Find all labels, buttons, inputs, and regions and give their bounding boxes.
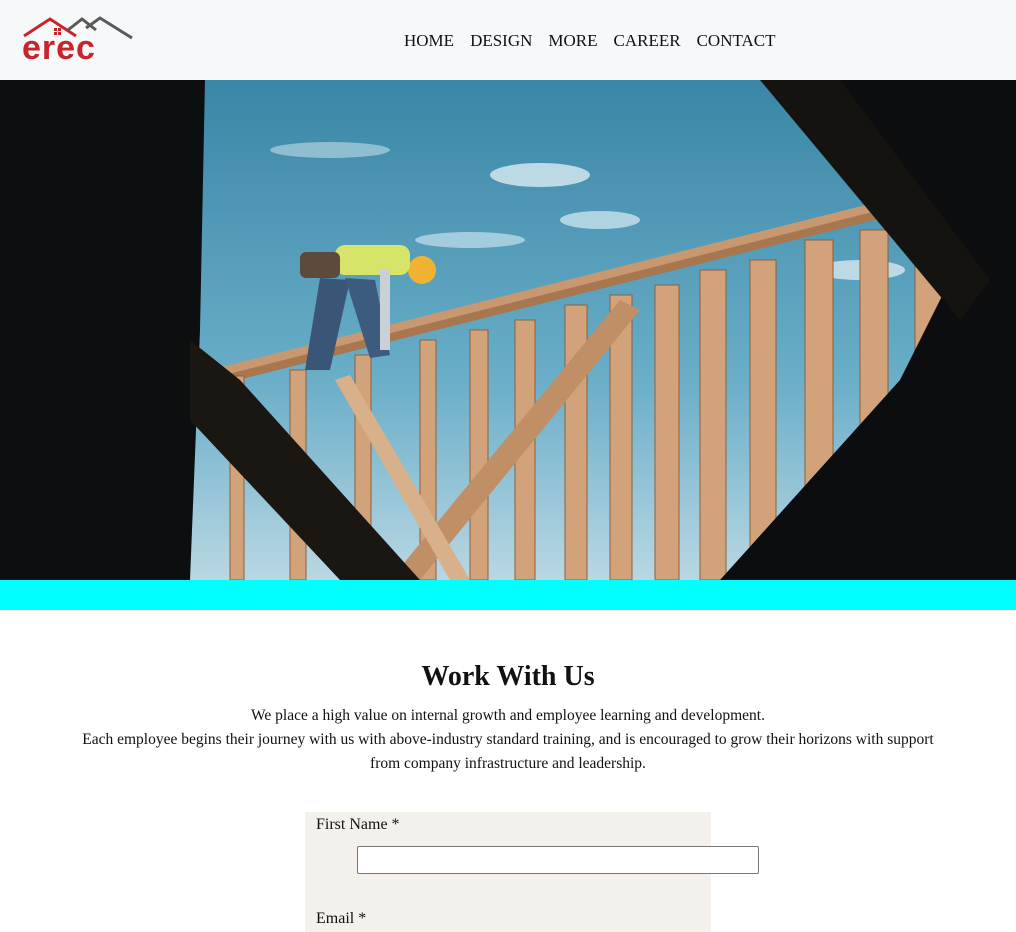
first-name-input[interactable] xyxy=(357,846,759,874)
hero-image xyxy=(0,80,1016,580)
erec-logo[interactable]: erec xyxy=(20,14,136,64)
nav-design[interactable]: DESIGN xyxy=(470,31,532,51)
logo-wordmark: erec xyxy=(22,29,96,64)
first-name-label: First Name * xyxy=(316,816,400,833)
construction-worker-image xyxy=(0,80,1016,580)
nav-home[interactable]: HOME xyxy=(404,31,454,51)
nav-career[interactable]: CAREER xyxy=(614,31,681,51)
section-description: We place a high value on internal growth… xyxy=(68,704,948,776)
application-form: First Name * Email * xyxy=(305,812,759,932)
main-nav: HOME DESIGN MORE CAREER CONTACT xyxy=(404,31,776,51)
description-line-2: Each employee begins their journey with … xyxy=(82,731,934,772)
nav-contact[interactable]: CONTACT xyxy=(697,31,776,51)
description-line-1: We place a high value on internal growth… xyxy=(251,707,765,724)
nav-more[interactable]: MORE xyxy=(548,31,597,51)
email-label: Email * xyxy=(316,910,367,927)
site-header: erec HOME DESIGN MORE CAREER CONTACT xyxy=(0,0,1016,80)
work-with-us-section: Work With Us We place a high value on in… xyxy=(0,660,1016,776)
section-title: Work With Us xyxy=(421,661,595,692)
accent-bar xyxy=(0,580,1016,610)
